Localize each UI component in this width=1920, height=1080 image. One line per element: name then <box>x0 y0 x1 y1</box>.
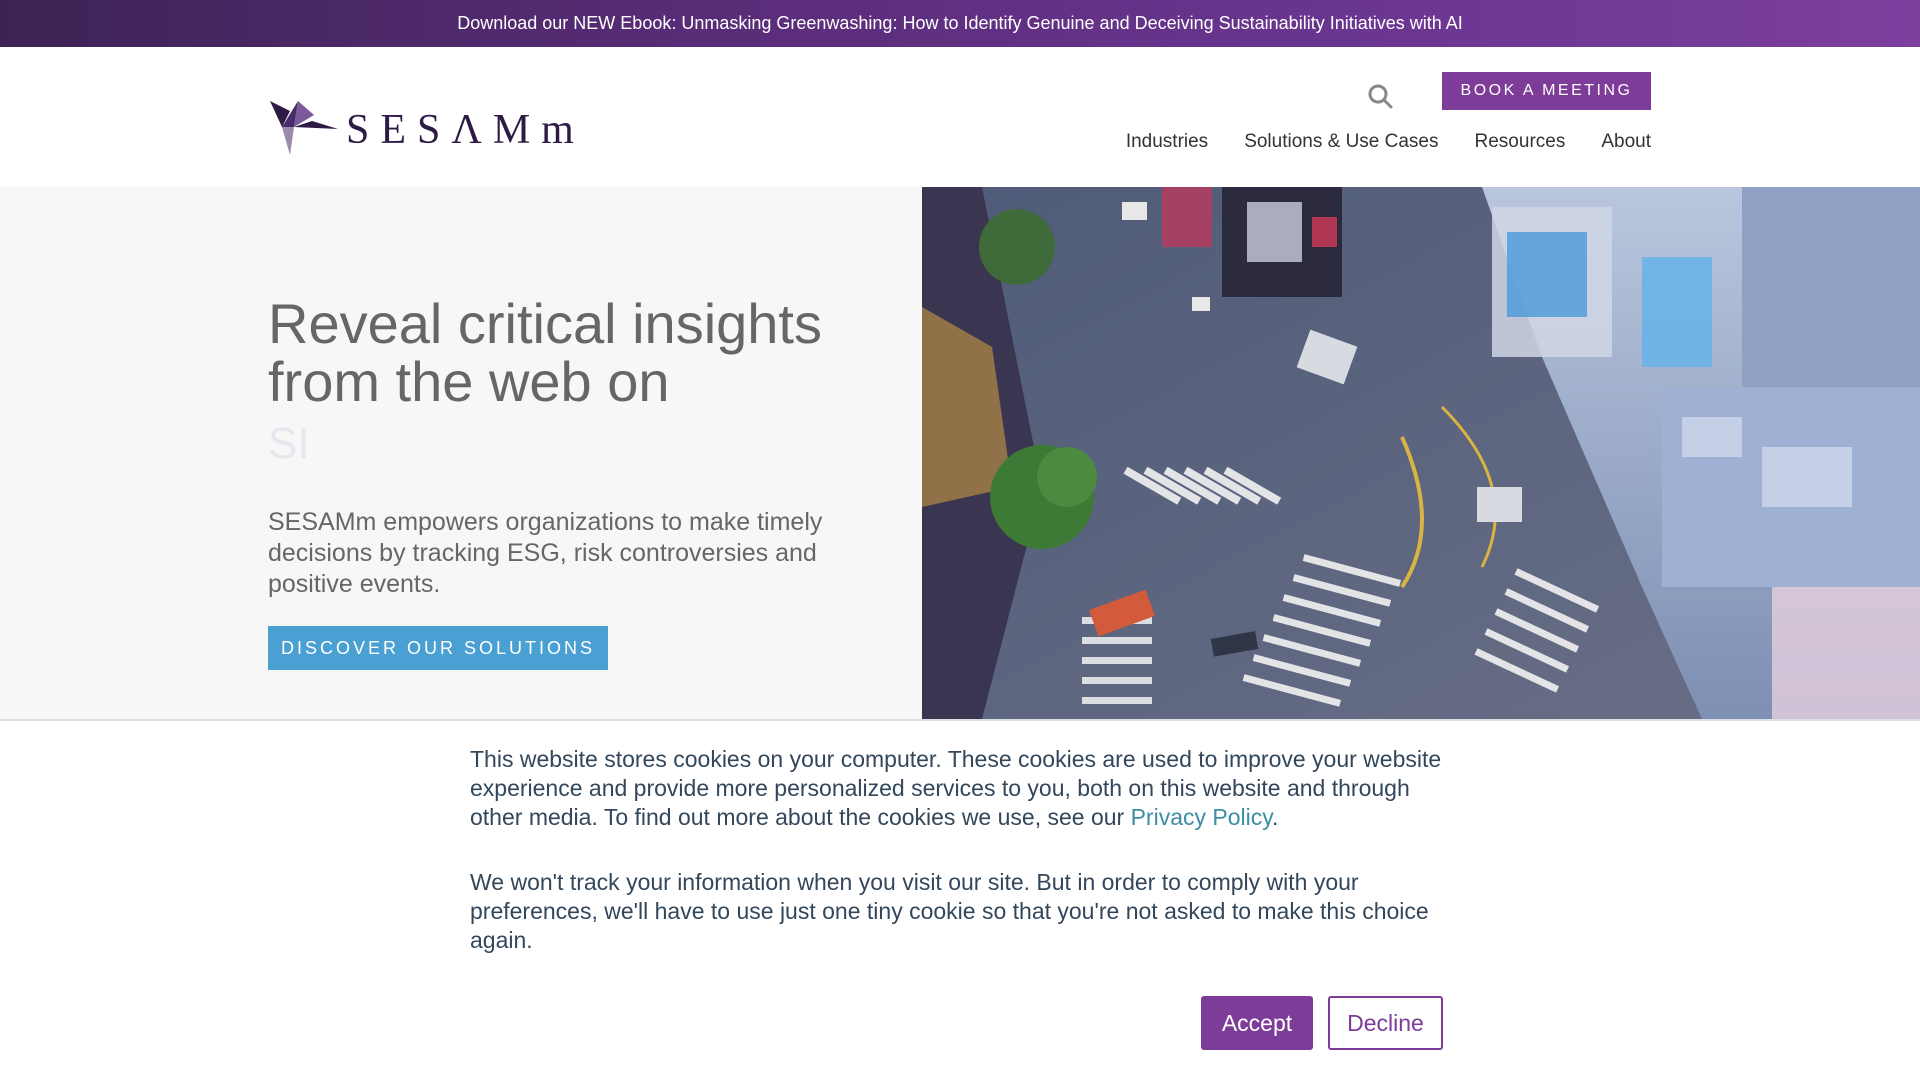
announcement-text[interactable]: Download our NEW Ebook: Unmasking Greenw… <box>457 13 1463 34</box>
cookie-text-2: We won't track your information when you… <box>470 869 1429 953</box>
nav-item-solutions[interactable]: Solutions & Use Cases <box>1244 131 1438 153</box>
cookie-banner: This website stores cookies on your comp… <box>0 719 1920 1080</box>
nav-item-resources[interactable]: Resources <box>1475 131 1566 153</box>
cookie-text-1-body: This website stores cookies on your comp… <box>470 746 1442 830</box>
main-nav: Industries Solutions & Use Cases Resourc… <box>1126 131 1651 153</box>
hero-image <box>922 187 1920 719</box>
hero-rotating-word: SI <box>268 419 310 468</box>
nav-item-about[interactable]: About <box>1601 131 1651 153</box>
hero-title: Reveal critical insights from the web on <box>268 292 822 413</box>
logo-text: SESΛMm <box>346 107 585 153</box>
announcement-bar[interactable]: Download our NEW Ebook: Unmasking Greenw… <box>0 0 1920 47</box>
hero-description: SESAMm empowers organizations to make ti… <box>268 508 823 598</box>
site-header: SESΛMm BOOK A MEETING Industries Solutio… <box>0 47 1920 187</box>
discover-solutions-button[interactable]: DISCOVER OUR SOLUTIONS <box>268 626 608 670</box>
privacy-policy-link[interactable]: Privacy Policy <box>1131 804 1272 830</box>
sesamm-logo-icon <box>270 101 338 155</box>
cookie-text-1: This website stores cookies on your comp… <box>470 745 1450 832</box>
city-crossing-illustration <box>922 187 1920 719</box>
cookie-text-1-end: . <box>1272 804 1279 830</box>
hero-section: Reveal critical insights from the web on… <box>0 187 922 719</box>
accept-button[interactable]: Accept <box>1201 996 1313 1050</box>
nav-item-industries[interactable]: Industries <box>1126 131 1208 153</box>
decline-button[interactable]: Decline <box>1328 996 1443 1050</box>
logo[interactable]: SESΛMm <box>268 97 585 157</box>
search-icon[interactable] <box>1366 82 1394 110</box>
book-meeting-button[interactable]: BOOK A MEETING <box>1442 72 1651 110</box>
